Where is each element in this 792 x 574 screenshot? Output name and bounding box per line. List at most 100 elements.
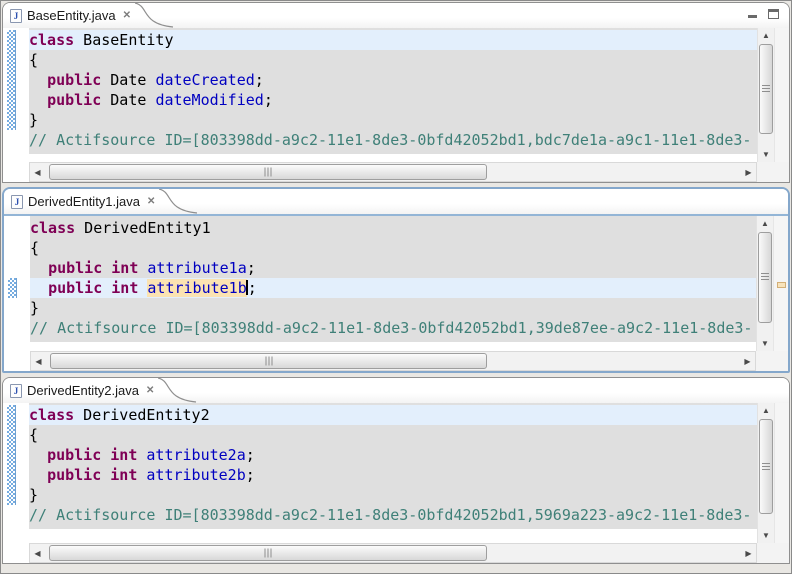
code-token[interactable] — [29, 71, 47, 89]
code-token[interactable]: attribute2a — [146, 446, 245, 464]
horizontal-scroll-track[interactable] — [46, 352, 740, 370]
code-token[interactable]: DerivedEntity2 — [74, 406, 209, 424]
code-line[interactable]: class DerivedEntity1 — [30, 218, 756, 238]
code-area[interactable]: class DerivedEntity2{ public int attribu… — [29, 403, 757, 543]
code-token[interactable]: class — [30, 219, 75, 237]
code-token[interactable]: } — [29, 486, 38, 504]
code-token[interactable] — [102, 259, 111, 277]
horizontal-scrollbar[interactable]: ◀ ▶ — [29, 162, 757, 182]
editor-tab[interactable]: J BaseEntity.java ✕ — [3, 3, 135, 28]
code-token[interactable] — [29, 446, 47, 464]
code-token[interactable]: // Actifsource ID=[803398dd-a9c2-11e1-8d… — [30, 319, 752, 337]
code-token[interactable] — [102, 279, 111, 297]
minimize-icon[interactable] — [748, 8, 760, 20]
code-token[interactable]: ; — [246, 466, 255, 484]
horizontal-scroll-thumb[interactable] — [49, 545, 487, 561]
code-area[interactable]: class BaseEntity{ public Date dateCreate… — [29, 28, 757, 162]
scroll-down-icon[interactable]: ▼ — [757, 336, 773, 351]
scroll-up-icon[interactable]: ▲ — [758, 403, 774, 418]
code-token[interactable]: { — [29, 426, 38, 444]
horizontal-scrollbar[interactable]: ◀ ▶ — [30, 351, 756, 371]
code-line[interactable]: public int attribute2a; — [29, 445, 757, 465]
code-token[interactable]: attribute2b — [146, 466, 245, 484]
scroll-down-icon[interactable]: ▼ — [758, 147, 774, 162]
code-token[interactable]: int — [110, 466, 137, 484]
code-line[interactable]: } — [29, 485, 757, 505]
code-line[interactable]: public Date dateModified; — [29, 90, 757, 110]
vertical-scroll-track[interactable] — [758, 43, 774, 147]
code-line[interactable]: { — [30, 238, 756, 258]
vertical-scroll-thumb[interactable] — [759, 419, 773, 514]
vertical-scrollbar[interactable]: ▲ ▼ — [757, 28, 774, 162]
edit-region-marker[interactable] — [777, 282, 786, 288]
horizontal-scroll-thumb[interactable] — [50, 353, 487, 369]
scroll-right-icon[interactable]: ▶ — [741, 544, 756, 562]
code-line[interactable]: public int attribute1b; — [30, 278, 756, 298]
vertical-scroll-thumb[interactable] — [759, 44, 773, 134]
code-token[interactable]: attribute1b — [147, 279, 246, 297]
editor-tab[interactable]: J DerivedEntity1.java ✕ — [4, 189, 159, 214]
code-token[interactable]: public — [47, 71, 101, 89]
code-token[interactable]: DerivedEntity1 — [75, 219, 210, 237]
horizontal-scroll-track[interactable] — [45, 544, 741, 562]
code-line[interactable]: { — [29, 425, 757, 445]
code-token[interactable]: ; — [247, 259, 256, 277]
code-token[interactable]: attribute1a — [147, 259, 246, 277]
code-token[interactable] — [29, 466, 47, 484]
scroll-up-icon[interactable]: ▲ — [758, 28, 774, 43]
tab-close-icon[interactable]: ✕ — [121, 9, 133, 22]
code-token[interactable]: class — [29, 406, 74, 424]
code-line[interactable]: public Date dateCreated; — [29, 70, 757, 90]
horizontal-scroll-thumb[interactable] — [49, 164, 487, 180]
code-token[interactable] — [101, 446, 110, 464]
code-token[interactable]: // Actifsource ID=[803398dd-a9c2-11e1-8d… — [29, 131, 751, 149]
vertical-scroll-track[interactable] — [757, 231, 773, 336]
code-token[interactable]: ; — [248, 279, 257, 297]
code-token[interactable]: dateCreated — [155, 71, 254, 89]
code-token[interactable]: dateModified — [155, 91, 263, 109]
code-token[interactable]: class — [29, 31, 74, 49]
tab-close-icon[interactable]: ✕ — [145, 195, 157, 208]
code-token[interactable]: int — [111, 279, 138, 297]
vertical-scroll-thumb[interactable] — [758, 232, 772, 323]
tab-close-icon[interactable]: ✕ — [144, 384, 156, 397]
code-token[interactable] — [101, 466, 110, 484]
code-token[interactable]: BaseEntity — [74, 31, 173, 49]
code-token[interactable] — [30, 259, 48, 277]
code-token[interactable]: Date — [101, 71, 155, 89]
code-line[interactable]: } — [30, 298, 756, 318]
scroll-right-icon[interactable]: ▶ — [740, 352, 755, 370]
code-line[interactable]: } — [29, 110, 757, 130]
horizontal-scrollbar[interactable]: ◀ ▶ — [29, 543, 757, 563]
code-line[interactable]: public int attribute2b; — [29, 465, 757, 485]
scroll-right-icon[interactable]: ▶ — [741, 163, 756, 181]
horizontal-scroll-track[interactable] — [45, 163, 741, 181]
code-token[interactable]: int — [110, 446, 137, 464]
scroll-up-icon[interactable]: ▲ — [757, 216, 773, 231]
scroll-left-icon[interactable]: ◀ — [30, 163, 45, 181]
code-token[interactable]: { — [30, 239, 39, 257]
code-token[interactable]: int — [111, 259, 138, 277]
code-token[interactable]: } — [29, 111, 38, 129]
code-line[interactable]: // Actifsource ID=[803398dd-a9c2-11e1-8d… — [29, 130, 757, 150]
code-area[interactable]: class DerivedEntity1{ public int attribu… — [30, 216, 756, 351]
overview-ruler[interactable] — [774, 28, 789, 162]
code-token[interactable]: } — [30, 299, 39, 317]
code-token[interactable]: public — [47, 446, 101, 464]
code-token[interactable]: ; — [264, 91, 273, 109]
code-line[interactable]: // Actifsource ID=[803398dd-a9c2-11e1-8d… — [29, 505, 757, 525]
code-token[interactable]: ; — [246, 446, 255, 464]
scroll-left-icon[interactable]: ◀ — [31, 352, 46, 370]
code-token[interactable]: // Actifsource ID=[803398dd-a9c2-11e1-8d… — [29, 506, 751, 524]
scroll-left-icon[interactable]: ◀ — [30, 544, 45, 562]
code-token[interactable] — [30, 279, 48, 297]
code-token[interactable]: ; — [255, 71, 264, 89]
code-line[interactable]: class BaseEntity — [29, 30, 757, 50]
code-token[interactable]: public — [47, 466, 101, 484]
scroll-down-icon[interactable]: ▼ — [758, 528, 774, 543]
vertical-scroll-track[interactable] — [758, 418, 774, 528]
code-token[interactable]: public — [47, 91, 101, 109]
code-line[interactable]: class DerivedEntity2 — [29, 405, 757, 425]
code-line[interactable]: { — [29, 50, 757, 70]
code-token[interactable]: public — [48, 279, 102, 297]
